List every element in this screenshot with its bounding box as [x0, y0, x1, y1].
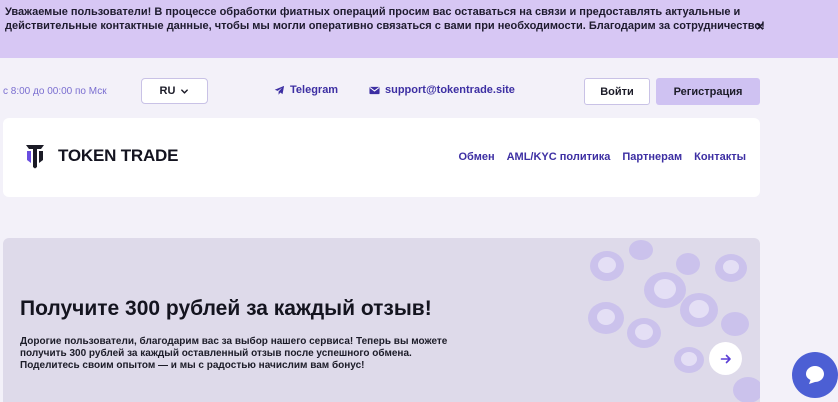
promo-text: Дорогие пользователи, благодарим вас за …: [20, 336, 448, 371]
email-label: support@tokentrade.site: [385, 84, 515, 96]
logo[interactable]: TOKEN TRADE: [24, 143, 178, 169]
language-label: RU: [159, 85, 176, 97]
telegram-link[interactable]: Telegram: [274, 84, 338, 96]
promo-arrow-button[interactable]: [709, 342, 742, 375]
logo-text: TOKEN TRADE: [58, 146, 179, 165]
nav-item-aml-kyc[interactable]: AML/KYC политика: [507, 151, 611, 163]
nav-item-contacts[interactable]: Контакты: [694, 151, 746, 163]
chevron-down-icon: [181, 88, 189, 94]
working-hours: с 8:00 до 00:00 по Мск: [3, 86, 107, 97]
top-bar: с 8:00 до 00:00 по Мск RU Telegram suppo…: [0, 74, 838, 108]
login-button[interactable]: Войти: [584, 78, 650, 105]
language-selector[interactable]: RU: [141, 78, 208, 104]
promo-card: Получите 300 рублей за каждый отзыв! Дор…: [3, 238, 760, 402]
mail-icon: [369, 86, 380, 94]
announcement-text: Уважаемые пользователи! В процессе обраб…: [5, 6, 765, 32]
promo-title: Получите 300 рублей за каждый отзыв!: [20, 297, 432, 320]
coins-illustration: [588, 240, 760, 402]
site-header: TOKEN TRADE Обмен AML/KYC политика Партн…: [3, 118, 760, 197]
telegram-icon: [274, 85, 285, 95]
nav-item-exchange[interactable]: Обмен: [459, 151, 495, 163]
email-link[interactable]: support@tokentrade.site: [369, 84, 515, 96]
chat-widget-button[interactable]: [792, 352, 838, 398]
main-nav: Обмен AML/KYC политика Партнерам Контакт…: [459, 151, 747, 163]
close-icon[interactable]: ×: [756, 19, 764, 34]
announcement-banner: Уважаемые пользователи! В процессе обраб…: [0, 0, 838, 58]
telegram-label: Telegram: [290, 84, 339, 96]
token-trade-logo-icon: [26, 145, 44, 169]
register-button[interactable]: Регистрация: [656, 78, 760, 105]
nav-item-partners[interactable]: Партнерам: [622, 151, 682, 163]
arrow-right-icon: [720, 354, 731, 363]
chat-icon: [806, 366, 824, 384]
